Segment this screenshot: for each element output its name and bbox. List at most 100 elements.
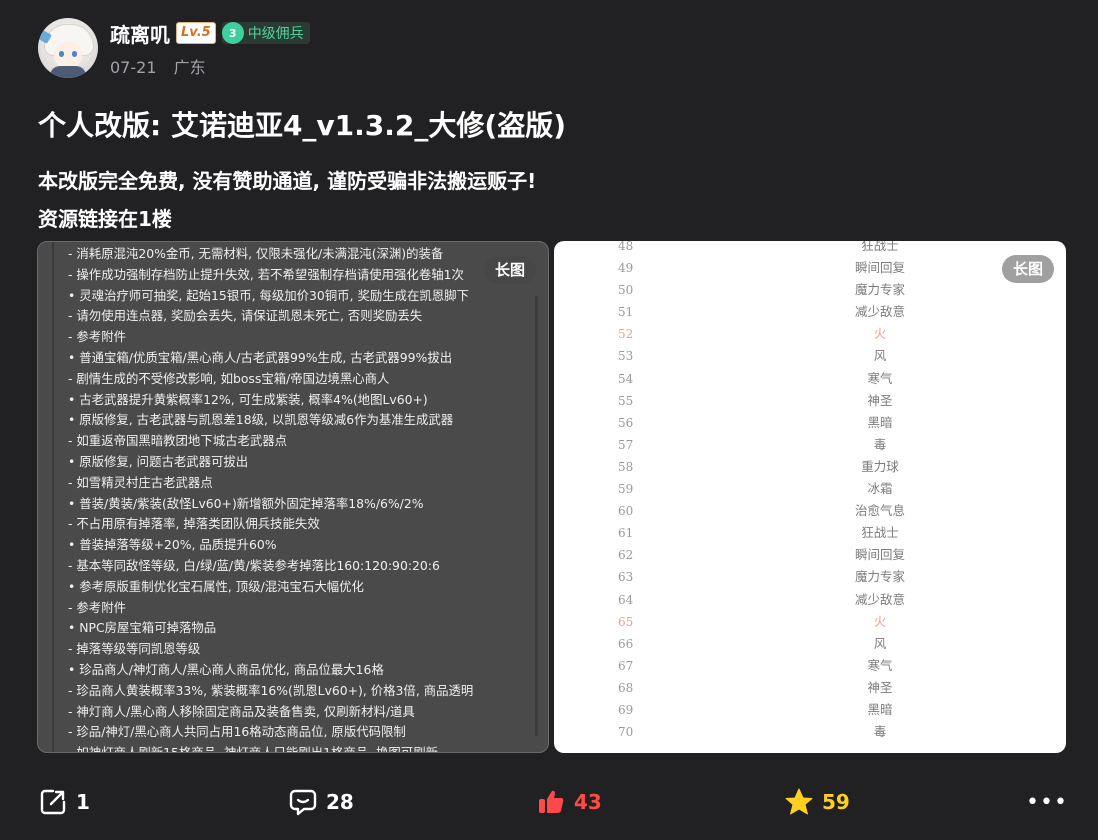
table-row: 59 冰霜	[554, 478, 1066, 500]
row-number: 70	[618, 725, 634, 740]
avatar-body	[50, 66, 86, 78]
row-number: 68	[618, 680, 634, 695]
row-number: 64	[618, 592, 634, 607]
table-row: 70 毒	[554, 721, 1066, 743]
table-row: 54 寒气	[554, 368, 1066, 390]
row-number: 65	[618, 614, 634, 629]
image-text: - 消耗原混沌20%金币, 无需材料, 仅限未强化/未满混沌(深渊)的装备 - 操…	[68, 244, 538, 753]
share-icon	[40, 789, 66, 815]
text-line: - 神灯商人/黑心商人移除固定商品及装备售卖, 仅刷新材料/道具	[68, 703, 415, 719]
row-number: 67	[618, 658, 634, 673]
text-line: • 原版修复, 问题古老武器可拔出	[68, 453, 249, 469]
username[interactable]: 疏离叽	[110, 19, 170, 48]
row-value: 黑暗	[867, 414, 893, 430]
long-image-right[interactable]: 48 狂战士 49 瞬间回复 50 魔力专家 51 减少敌意 52 火 53 风 54 寒气 55 神圣 56 黑…	[554, 241, 1066, 753]
table-row: 68 神圣	[554, 677, 1066, 699]
diamond-icon: 3	[221, 22, 244, 44]
text-line: - 参考附件	[68, 599, 126, 615]
share-button[interactable]: 1	[38, 780, 90, 824]
row-number: 48	[618, 241, 634, 253]
text-line: - 珍品商人黄装概率33%, 紫装概率16%(凯恩Lv60+), 价格3倍, 商…	[68, 682, 474, 698]
table-row: 66 风	[554, 633, 1066, 655]
row-number: 66	[618, 636, 634, 651]
table-row: 64 减少敌意	[554, 589, 1066, 611]
row-number: 55	[618, 393, 634, 408]
post-title: 个人改版: 艾诺迪亚4_v1.3.2_大修(盗版)	[38, 109, 566, 142]
table-row: 56 黑暗	[554, 412, 1066, 434]
row-number: 51	[618, 305, 634, 320]
text-line: - 参考附件	[68, 329, 126, 345]
row-value: 治愈气息	[854, 503, 905, 519]
post-date: 07-21	[110, 58, 157, 77]
row-value: 冰霜	[867, 481, 893, 497]
row-number: 53	[618, 349, 634, 364]
long-image-left[interactable]: - 消耗原混沌20%金币, 无需材料, 仅限未强化/未满混沌(深渊)的装备 - 操…	[37, 241, 549, 753]
row-value: 瞬间回复	[854, 547, 905, 563]
favorite-count: 59	[822, 790, 850, 814]
share-count: 1	[76, 790, 90, 814]
row-number: 63	[618, 570, 634, 585]
row-value: 毒	[873, 436, 887, 452]
row-number: 54	[618, 371, 634, 386]
row-value: 重力球	[861, 458, 899, 474]
row-value: 寒气	[867, 370, 893, 386]
row-value: 火	[873, 613, 887, 629]
comment-icon	[289, 789, 317, 816]
long-image-badge: 长图	[484, 256, 536, 284]
long-image-badge: 长图	[1002, 255, 1054, 283]
text-line: - 剧情生成的不受修改影响, 如boss宝箱/帝国边境黑心商人	[68, 370, 390, 386]
text-line: - 如重返帝国黑暗教团地下城古老武器点	[68, 433, 288, 449]
text-line: • 普通宝箱/优质宝箱/黑心商人/古老武器99%生成, 古老武器99%拔出	[68, 349, 453, 365]
text-line: • 普装掉落等级+20%, 品质提升60%	[68, 537, 277, 553]
table-row: 65 火	[554, 611, 1066, 633]
text-line: - 请勿使用连点器, 奖励会丢失, 请保证凯恩未死亡, 否则奖励丢失	[68, 308, 423, 324]
row-number: 60	[618, 504, 634, 519]
table-row: 67 寒气	[554, 655, 1066, 677]
row-value: 毒	[873, 724, 887, 740]
row-number: 57	[618, 437, 634, 452]
post-location: 广东	[173, 58, 206, 77]
more-options-icon[interactable]: •••	[1026, 780, 1068, 824]
like-count: 43	[574, 790, 602, 814]
table-row: 49 瞬间回复	[554, 257, 1066, 279]
comment-button[interactable]: 28	[288, 780, 354, 824]
text-line: • 珍品商人/神灯商人/黑心商人商品优化, 商品位最大16格	[68, 661, 384, 677]
table-row: 50 魔力专家	[554, 279, 1066, 301]
like-button[interactable]: 43	[536, 780, 602, 824]
desc-line: 资源链接在1楼	[38, 207, 172, 231]
table-row: 60 治愈气息	[554, 500, 1066, 522]
table-row: 62 瞬间回复	[554, 544, 1066, 566]
user-avatar[interactable]	[38, 18, 98, 78]
table-row: 53 风	[554, 345, 1066, 367]
row-value: 狂战士	[861, 525, 899, 541]
star-icon	[785, 788, 813, 815]
table-row: 61 狂战士	[554, 522, 1066, 544]
post-description: 本改版完全免费, 没有赞助通道, 谨防受骗非法搬运贩子! 资源链接在1楼	[38, 162, 536, 238]
image-table: 48 狂战士 49 瞬间回复 50 魔力专家 51 减少敌意 52 火 53 风 54 寒气 55 神圣 56 黑…	[554, 241, 1066, 743]
text-line: - 消耗原混沌20%金币, 无需材料, 仅限未强化/未满混沌(深渊)的装备	[68, 246, 444, 261]
text-line: - 珍品/神灯/黑心商人共同占用16格动态商品位, 原版代码限制	[68, 724, 406, 740]
text-line: - 基本等同敌怪等级, 白/绿/蓝/黄/紫装参考掉落比160:120:90:20…	[68, 557, 440, 573]
action-bar: 1 28 43 59 •••	[0, 780, 1098, 824]
table-row: 55 神圣	[554, 390, 1066, 412]
rank-badge: 3 中级佣兵	[221, 22, 310, 44]
row-value: 寒气	[867, 657, 893, 673]
rank-label: 中级佣兵	[247, 26, 304, 42]
row-number: 61	[618, 526, 634, 541]
row-value: 魔力专家	[854, 569, 905, 585]
table-row: 52 火	[554, 323, 1066, 345]
row-value: 神圣	[867, 392, 893, 408]
user-info: 疏离叽 Lv.5 3 中级佣兵 07-21 广东	[110, 18, 310, 78]
level-badge: Lv.5	[176, 22, 216, 44]
favorite-button[interactable]: 59	[784, 780, 850, 824]
row-value: 火	[873, 326, 887, 342]
row-value: 减少敌意	[854, 591, 905, 607]
text-line: • 原版修复, 古老武器与凯恩差18级, 以凯恩等级减6作为基准生成武器	[68, 412, 454, 428]
name-row: 疏离叽 Lv.5 3 中级佣兵	[110, 18, 310, 48]
avatar-eye	[72, 51, 77, 57]
text-line: - 如雪精灵村庄古老武器点	[68, 474, 213, 490]
text-line: - 不占用原有掉落率, 掉落类团队佣兵技能失效	[68, 516, 320, 532]
row-value: 魔力专家	[854, 282, 905, 298]
text-line: - 如神灯商人刷新15格商品, 神灯商人只能刷出1格商品, 换图可刷新	[68, 745, 438, 753]
row-value: 神圣	[867, 679, 893, 695]
